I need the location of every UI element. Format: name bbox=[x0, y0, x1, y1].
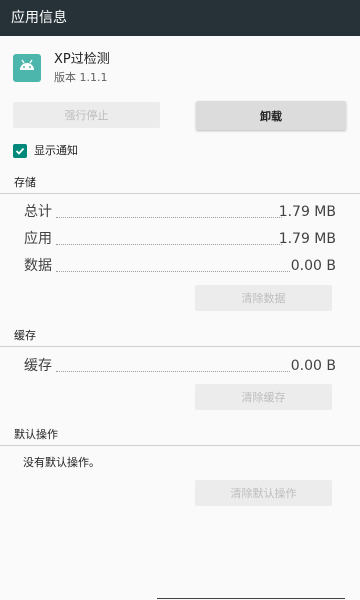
storage-total-label: 总计 bbox=[24, 204, 52, 220]
dotted-leader bbox=[56, 217, 282, 218]
bottom-divider bbox=[157, 598, 345, 599]
storage-divider bbox=[0, 193, 360, 194]
storage-total-value: 1.79 MB bbox=[278, 204, 336, 220]
defaults-header: 默认操作 bbox=[14, 428, 58, 441]
app-bar: 应用信息 bbox=[0, 0, 360, 36]
app-icon bbox=[13, 54, 41, 82]
clear-cache-button[interactable]: 清除缓存 bbox=[195, 384, 332, 410]
defaults-divider bbox=[0, 445, 360, 446]
storage-data-value: 0.00 B bbox=[290, 258, 336, 274]
cache-value: 0.00 B bbox=[290, 358, 336, 374]
clear-data-button[interactable]: 清除数据 bbox=[195, 285, 332, 311]
android-icon bbox=[20, 59, 34, 70]
uninstall-button[interactable]: 卸载 bbox=[196, 101, 346, 130]
force-stop-button[interactable]: 强行停止 bbox=[13, 102, 160, 128]
clear-defaults-button[interactable]: 清除默认操作 bbox=[195, 480, 332, 506]
cache-divider bbox=[0, 346, 360, 347]
storage-app-label: 应用 bbox=[24, 231, 52, 247]
cache-label: 缓存 bbox=[24, 358, 52, 374]
app-name: XP过检测 bbox=[54, 52, 110, 67]
storage-header: 存储 bbox=[14, 176, 36, 189]
dotted-leader bbox=[56, 371, 290, 372]
check-icon bbox=[15, 147, 25, 155]
show-notifications-label[interactable]: 显示通知 bbox=[34, 144, 78, 158]
dotted-leader bbox=[56, 244, 282, 245]
page-title: 应用信息 bbox=[11, 10, 67, 26]
storage-data-label: 数据 bbox=[24, 258, 52, 274]
dotted-leader bbox=[56, 271, 290, 272]
cache-header: 缓存 bbox=[14, 329, 36, 342]
no-default-text: 没有默认操作。 bbox=[23, 456, 100, 469]
storage-app-value: 1.79 MB bbox=[278, 231, 336, 247]
app-version: 版本 1.1.1 bbox=[54, 71, 108, 84]
show-notifications-checkbox[interactable] bbox=[13, 144, 27, 158]
